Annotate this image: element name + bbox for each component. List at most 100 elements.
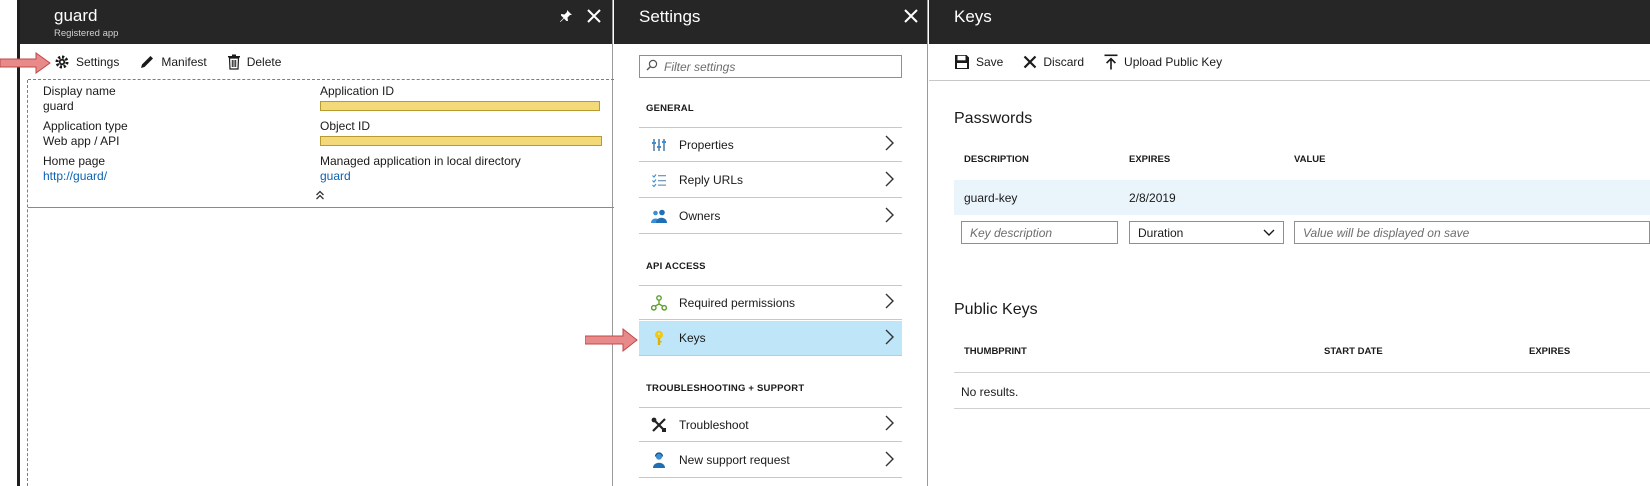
settings-item-properties[interactable]: Properties <box>639 127 902 162</box>
key-value-input[interactable]: Value will be displayed on save <box>1294 221 1650 244</box>
chevron-right-icon <box>884 293 894 312</box>
close-icon <box>1023 55 1037 69</box>
column-value: VALUE <box>1294 154 1326 165</box>
toolbar-divider <box>929 80 1650 81</box>
object-id-redacted <box>320 136 602 146</box>
public-keys-heading: Public Keys <box>954 301 1038 318</box>
settings-item-troubleshoot[interactable]: Troubleshoot <box>639 407 902 442</box>
application-type-label: Application type <box>43 119 128 133</box>
owners-icon <box>651 208 667 224</box>
save-icon <box>954 54 970 70</box>
settings-item-owners[interactable]: Owners <box>639 199 902 234</box>
delete-button[interactable]: Delete <box>227 54 282 70</box>
close-icon[interactable] <box>901 6 921 26</box>
manifest-button-label: Manifest <box>161 55 207 69</box>
list-check-icon <box>651 172 667 188</box>
essentials-panel: Display name guard Application type Web … <box>27 79 614 486</box>
section-general: GENERAL <box>646 103 694 114</box>
item-label: Owners <box>679 209 721 223</box>
filter-placeholder: Filter settings <box>664 59 736 74</box>
item-label: Keys <box>679 331 706 345</box>
upload-public-key-label: Upload Public Key <box>1124 55 1223 69</box>
home-page-link[interactable]: http://guard/ <box>43 169 107 184</box>
password-description: guard-key <box>964 191 1018 205</box>
item-label: New support request <box>679 453 790 467</box>
application-type-field: Application type Web app / API <box>43 119 128 149</box>
pin-icon[interactable] <box>556 6 576 26</box>
essentials-top-border <box>28 79 614 80</box>
guard-blade: guard Registered app Settings Manifest D… <box>20 0 614 486</box>
application-id-label: Application ID <box>320 84 395 98</box>
key-description-input[interactable]: Key description <box>961 221 1118 244</box>
home-page-field: Home page http://guard/ <box>43 154 107 184</box>
home-page-label: Home page <box>43 154 106 168</box>
item-label: Properties <box>679 137 734 152</box>
settings-blade-header: Settings <box>614 0 927 44</box>
guard-toolbar: Settings Manifest Delete <box>20 44 612 80</box>
settings-item-new-support-request[interactable]: New support request <box>639 443 902 478</box>
settings-blade: Settings Filter settings GENERAL Propert… <box>614 0 928 486</box>
discard-button-label: Discard <box>1043 55 1085 69</box>
upload-icon <box>1104 54 1118 70</box>
object-id-field: Object ID <box>320 119 602 146</box>
chevron-down-icon <box>1263 226 1275 240</box>
display-name-label: Display name <box>43 84 116 98</box>
settings-button-label: Settings <box>76 55 120 69</box>
guard-blade-header: guard Registered app <box>20 0 612 44</box>
blade-title: guard <box>54 6 98 25</box>
table-header-divider <box>954 372 1650 373</box>
upload-public-key-button[interactable]: Upload Public Key <box>1104 54 1222 70</box>
column-start-date: START DATE <box>1324 346 1383 357</box>
save-button[interactable]: Save <box>954 54 1003 70</box>
application-type-value: Web app / API <box>43 134 120 148</box>
section-api-access: API ACCESS <box>646 261 706 272</box>
column-thumbprint: THUMBPRINT <box>964 346 1027 357</box>
chevron-right-icon <box>884 451 894 470</box>
managed-app-label: Managed application in local directory <box>320 154 521 168</box>
keys-toolbar: Save Discard Upload Public Key <box>929 44 1650 80</box>
keys-blade: Keys Save Discard Upload Public Key Pass… <box>929 0 1650 486</box>
trash-icon <box>227 54 241 70</box>
filter-settings-input[interactable]: Filter settings <box>639 55 902 78</box>
delete-button-label: Delete <box>246 55 282 69</box>
manifest-button[interactable]: Manifest <box>139 54 207 70</box>
duration-select-value: Duration <box>1138 225 1184 240</box>
keys-blade-header: Keys <box>929 0 1650 44</box>
discard-button[interactable]: Discard <box>1023 55 1084 69</box>
essentials-divider <box>28 207 614 208</box>
settings-item-required-permissions[interactable]: Required permissions <box>639 285 902 320</box>
pencil-icon <box>139 54 155 70</box>
blade-subtitle: Registered app <box>54 28 119 39</box>
annotation-arrow-icon <box>585 328 638 352</box>
support-person-icon <box>651 452 667 468</box>
permissions-network-icon <box>651 294 667 311</box>
save-button-label: Save <box>976 55 1004 69</box>
application-id-field: Application ID <box>320 84 600 111</box>
chevron-right-icon <box>884 415 894 434</box>
managed-app-link[interactable]: guard <box>320 169 521 184</box>
chevron-right-icon <box>884 135 894 154</box>
no-results-text: No results. <box>961 385 1019 399</box>
display-name-value: guard <box>43 99 74 113</box>
duration-select[interactable]: Duration <box>1129 221 1284 244</box>
application-id-redacted <box>320 101 600 111</box>
password-expires: 2/8/2019 <box>1129 191 1176 205</box>
key-icon <box>651 330 667 346</box>
item-label: Required permissions <box>679 295 796 310</box>
passwords-heading: Passwords <box>954 110 1033 127</box>
chevron-right-icon <box>884 171 894 190</box>
gear-icon <box>54 54 70 70</box>
search-icon <box>646 59 658 74</box>
column-description: DESCRIPTION <box>964 154 1029 165</box>
settings-button[interactable]: Settings <box>54 54 119 70</box>
chevron-right-icon <box>884 329 894 348</box>
close-icon[interactable] <box>584 6 604 26</box>
settings-item-keys[interactable]: Keys <box>639 321 902 356</box>
display-name-field: Display name guard <box>43 84 116 114</box>
collapse-essentials-icon[interactable] <box>315 190 325 203</box>
tools-icon <box>651 417 667 433</box>
item-label: Troubleshoot <box>679 417 749 432</box>
table-bottom-divider <box>954 408 1650 409</box>
table-row[interactable] <box>954 180 1650 215</box>
settings-item-reply-urls[interactable]: Reply URLs <box>639 163 902 198</box>
